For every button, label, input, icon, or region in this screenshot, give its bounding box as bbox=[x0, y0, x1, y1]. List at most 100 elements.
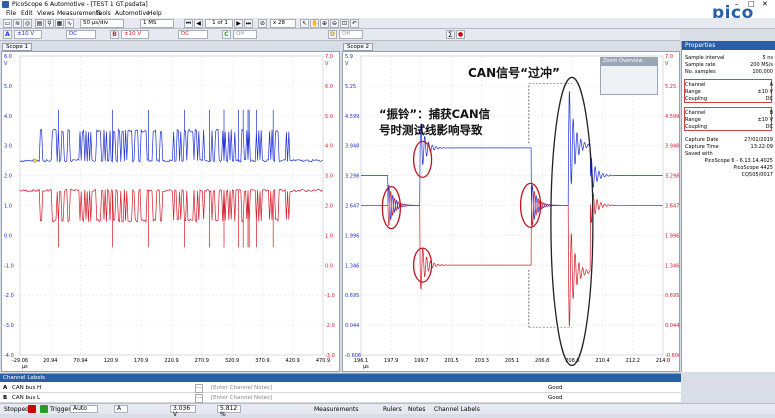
x-tick: 210.4 bbox=[595, 358, 609, 364]
channel-labels-button[interactable]: Channel Labels bbox=[434, 404, 480, 415]
select-tool-icon[interactable]: ↖ bbox=[300, 19, 309, 28]
notes-button[interactable]: Notes bbox=[408, 404, 425, 415]
menu-automotive[interactable]: Automotive bbox=[115, 9, 150, 18]
channel-notes-field[interactable]: [Enter Channel Notes] bbox=[211, 383, 272, 393]
overshoot-highlight bbox=[550, 76, 594, 367]
zoom-level[interactable]: x 28 bbox=[270, 19, 296, 28]
measurements-button[interactable]: Measurements bbox=[314, 404, 358, 415]
zoom-overview-panel[interactable] bbox=[600, 65, 658, 95]
x-tick: 120.9 bbox=[104, 358, 118, 364]
channel-b-coupling[interactable]: DC bbox=[178, 30, 208, 39]
zoom-in-icon[interactable]: ⊕ bbox=[320, 19, 329, 28]
persistence-icon[interactable]: ◎ bbox=[23, 19, 32, 28]
y-tick-a: 5.9 bbox=[345, 54, 353, 60]
trigger-mode-select[interactable]: Auto bbox=[70, 405, 98, 413]
channel-c-button[interactable]: C bbox=[222, 30, 231, 39]
last-page-icon[interactable]: ⏭ bbox=[244, 19, 253, 28]
signal-generator-icon[interactable]: ∿ bbox=[65, 19, 74, 28]
channel-setup-icon[interactable]: ▦ bbox=[55, 19, 64, 28]
x-tick: 212.2 bbox=[626, 358, 640, 364]
y-tick-b: 2.0 bbox=[325, 204, 333, 210]
y-tick-b: -1.0 bbox=[325, 293, 335, 299]
first-page-icon[interactable]: ⏮ bbox=[184, 19, 193, 28]
timebase-select[interactable]: 50 µs/div bbox=[80, 19, 124, 28]
math-channel-icon[interactable]: ∑ bbox=[446, 30, 455, 39]
cancel-icon[interactable]: ⊘ bbox=[258, 19, 267, 28]
zoom-fit-icon[interactable]: ⊡ bbox=[340, 19, 349, 28]
y-tick-a: 2.647 bbox=[345, 204, 359, 210]
scope-2-view[interactable]: 5.9 5.25 4.599 3.948 3.298 2.647 1.996 1.346 0.6… bbox=[342, 51, 680, 372]
channel-c-range[interactable]: Off bbox=[233, 30, 257, 39]
x-tick: 170.9 bbox=[134, 358, 148, 364]
tab-scope-1[interactable]: Scope 1 bbox=[2, 43, 33, 51]
tab-scope-2[interactable]: Scope 2 bbox=[343, 43, 374, 51]
x-tick: 370.9 bbox=[255, 358, 269, 364]
y-tick-a: 5.25 bbox=[345, 84, 356, 90]
dropdown-icon[interactable]: ⋯ bbox=[195, 394, 203, 403]
dropdown-icon[interactable]: ⋯ bbox=[195, 384, 203, 393]
channel-b-range[interactable]: ±10 V bbox=[121, 30, 149, 39]
x-tick: 320.9 bbox=[225, 358, 239, 364]
channel-b-button[interactable]: B bbox=[110, 30, 119, 39]
trigger-channel-select[interactable]: A bbox=[114, 405, 128, 413]
channel-a-range[interactable]: ±10 V bbox=[14, 30, 42, 39]
annotation-ringing-line2: 号时测试线影响导致 bbox=[379, 123, 483, 137]
next-page-icon[interactable]: ▶ bbox=[234, 19, 243, 28]
menu-tools[interactable]: Tools bbox=[96, 9, 111, 18]
channel-d-button[interactable]: D bbox=[328, 30, 337, 39]
menu-file[interactable]: File bbox=[6, 9, 16, 18]
saved-with-label: Saved with bbox=[685, 151, 713, 157]
run-stop-icon[interactable]: ● bbox=[456, 30, 465, 39]
channel-label-row: B CAN bus L ⋯ [Enter Channel Notes] Good bbox=[0, 393, 681, 403]
y-tick-b: 2.647 bbox=[665, 204, 679, 210]
prop-row: Capture Time 13:22:09 bbox=[685, 144, 773, 150]
scope-1-view[interactable]: 6.0 5.0 4.0 3.0 2.0 1.0 0.0 -1.0 -2.0 -3.0 -4.0 7.0… bbox=[1, 51, 340, 372]
y-tick-b: -2.0 bbox=[325, 323, 335, 329]
channel-d-range[interactable]: Off bbox=[339, 30, 363, 39]
menu-views[interactable]: Views bbox=[37, 9, 54, 18]
pre-trigger[interactable]: 5.812 % bbox=[217, 405, 241, 418]
device-name: PicoScope 4425 bbox=[733, 165, 773, 171]
y-tick-b: 0.695 bbox=[665, 293, 679, 299]
x-tick: 270.9 bbox=[195, 358, 209, 364]
zoom-overview-header[interactable]: Zoom Overview bbox=[600, 57, 658, 65]
y-tick-b: 1.996 bbox=[665, 233, 679, 239]
x-tick: 214.0 bbox=[656, 358, 670, 364]
x-unit: µs bbox=[22, 364, 28, 370]
menu-help[interactable]: Help bbox=[148, 9, 162, 18]
trigger-label: Trigger bbox=[50, 406, 71, 413]
close-button[interactable]: ✕ bbox=[762, 0, 768, 9]
open-file-icon[interactable]: ▤ bbox=[35, 19, 44, 28]
stop-icon[interactable] bbox=[28, 405, 36, 413]
channel-labels-header: Channel Labels bbox=[0, 374, 681, 382]
y-tick-b: 1.0 bbox=[325, 233, 333, 239]
channel-name-field[interactable]: CAN bus H bbox=[12, 383, 41, 393]
channel-a-button[interactable]: A bbox=[3, 30, 12, 39]
zoom-undo-icon[interactable]: ↶ bbox=[350, 19, 359, 28]
prop-row: Sample rate 200 MS/s bbox=[685, 62, 773, 68]
probe-icon[interactable]: ⚲ bbox=[45, 19, 54, 28]
prev-page-icon[interactable]: ◀ bbox=[194, 19, 203, 28]
channel-notes-field[interactable]: [Enter Channel Notes] bbox=[211, 393, 272, 403]
x-tick: 197.9 bbox=[384, 358, 398, 364]
annotation-overshoot: CAN信号“过冲” bbox=[468, 66, 560, 80]
y-tick-b: 5.0 bbox=[325, 114, 333, 120]
y-tick-b: 5.25 bbox=[665, 84, 676, 90]
y-unit-a: V bbox=[345, 61, 349, 67]
trigger-level[interactable]: 3.036 V bbox=[170, 405, 196, 418]
channel-a-coupling[interactable]: DC bbox=[66, 30, 96, 39]
start-icon[interactable] bbox=[40, 405, 48, 413]
title-bar: PicoScope 6 Automotive - [TEST 1 GT.psda… bbox=[0, 0, 775, 9]
samples-select[interactable]: 1 MS bbox=[140, 19, 174, 28]
scope-mode-icon[interactable]: ▭ bbox=[3, 19, 12, 28]
rulers-button[interactable]: Rulers bbox=[383, 404, 402, 415]
prop-row: Capture Date 27/01/2019 bbox=[685, 137, 773, 143]
hand-tool-icon[interactable]: ✋ bbox=[310, 19, 319, 28]
zoom-out-icon[interactable]: ⊖ bbox=[330, 19, 339, 28]
menu-edit[interactable]: Edit bbox=[21, 9, 33, 18]
x-tick: 201.5 bbox=[444, 358, 458, 364]
x-tick: 206.8 bbox=[535, 358, 549, 364]
menu-measurements[interactable]: Measurements bbox=[57, 9, 101, 18]
channel-name-field[interactable]: CAN bus L bbox=[12, 393, 40, 403]
spectrum-mode-icon[interactable]: ≋ bbox=[13, 19, 22, 28]
